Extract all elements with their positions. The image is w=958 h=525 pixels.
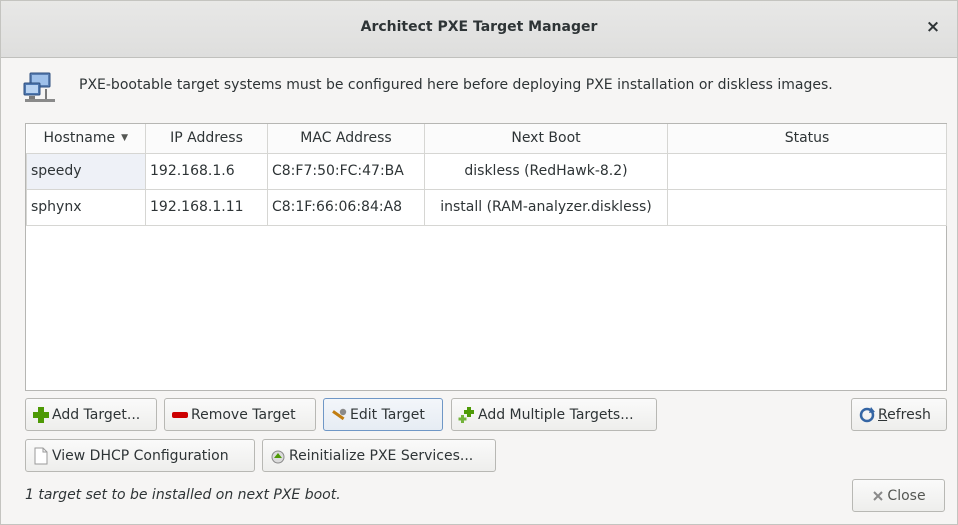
close-button[interactable]: Close: [852, 479, 945, 512]
reinitialize-icon: [271, 450, 285, 463]
info-message: PXE-bootable target systems must be conf…: [23, 71, 943, 107]
minus-icon: [172, 411, 188, 418]
add-multiple-icon: [458, 406, 474, 423]
reinitialize-pxe-services-button[interactable]: Reinitialize PXE Services...: [262, 439, 496, 472]
column-header-mac-address[interactable]: MAC Address: [267, 124, 425, 154]
plus-icon: [33, 406, 49, 423]
view-dhcp-label: View DHCP Configuration: [52, 447, 229, 464]
status-message: 1 target set to be installed on next PXE…: [25, 487, 341, 503]
remove-target-button[interactable]: Remove Target: [164, 398, 316, 431]
column-header-hostname[interactable]: Hostname ▼: [26, 124, 146, 154]
computer-network-icon: [23, 72, 55, 102]
edit-target-button[interactable]: Edit Target: [323, 398, 443, 431]
view-dhcp-configuration-button[interactable]: View DHCP Configuration: [25, 439, 255, 472]
table-row[interactable]: speedy 192.168.1.6 C8:F7:50:FC:47:BA dis…: [26, 152, 947, 190]
close-icon[interactable]: ×: [923, 17, 943, 37]
add-target-button[interactable]: Add Target...: [25, 398, 157, 431]
cell-mac[interactable]: C8:F7:50:FC:47:BA: [267, 152, 425, 190]
add-multiple-targets-button[interactable]: Add Multiple Targets...: [451, 398, 657, 431]
sort-descending-icon: ▼: [121, 133, 128, 144]
refresh-button[interactable]: Refresh: [851, 398, 947, 431]
reinitialize-pxe-label: Reinitialize PXE Services...: [289, 447, 474, 464]
cell-next-boot[interactable]: install (RAM-analyzer.diskless): [424, 188, 668, 226]
edit-target-label: Edit Target: [350, 406, 425, 423]
cell-status[interactable]: [667, 188, 947, 226]
add-target-label: Add Target...: [52, 406, 141, 423]
table-row[interactable]: sphynx 192.168.1.11 C8:1F:66:06:84:A8 in…: [26, 188, 947, 226]
cell-status[interactable]: [667, 152, 947, 190]
cell-next-boot[interactable]: diskless (RedHawk-8.2): [424, 152, 668, 190]
column-header-next-boot[interactable]: Next Boot: [424, 124, 668, 154]
column-header-status[interactable]: Status: [667, 124, 947, 154]
pxe-target-manager-window: Architect PXE Target Manager × PXE-boota…: [0, 0, 958, 525]
cell-mac[interactable]: C8:1F:66:06:84:A8: [267, 188, 425, 226]
add-multiple-targets-label: Add Multiple Targets...: [478, 406, 634, 423]
targets-table[interactable]: Hostname ▼ IP Address MAC Address Next Bo…: [25, 123, 947, 391]
column-header-ip-address[interactable]: IP Address: [145, 124, 268, 154]
refresh-label: Refresh: [878, 406, 931, 423]
table-header-row: Hostname ▼ IP Address MAC Address Next Bo…: [26, 124, 947, 154]
cell-hostname[interactable]: sphynx: [26, 188, 146, 226]
close-icon: [873, 490, 884, 501]
cell-hostname[interactable]: speedy: [26, 152, 146, 190]
cell-ip[interactable]: 192.168.1.11: [145, 188, 268, 226]
close-label: Close: [887, 487, 926, 504]
info-text: PXE-bootable target systems must be conf…: [79, 77, 833, 93]
title-bar: Architect PXE Target Manager ×: [1, 1, 957, 58]
window-title: Architect PXE Target Manager: [360, 19, 598, 35]
refresh-icon: [859, 406, 875, 422]
wrench-icon: [332, 408, 347, 420]
document-icon: [34, 447, 48, 464]
cell-ip[interactable]: 192.168.1.6: [145, 152, 268, 190]
remove-target-label: Remove Target: [191, 406, 296, 423]
